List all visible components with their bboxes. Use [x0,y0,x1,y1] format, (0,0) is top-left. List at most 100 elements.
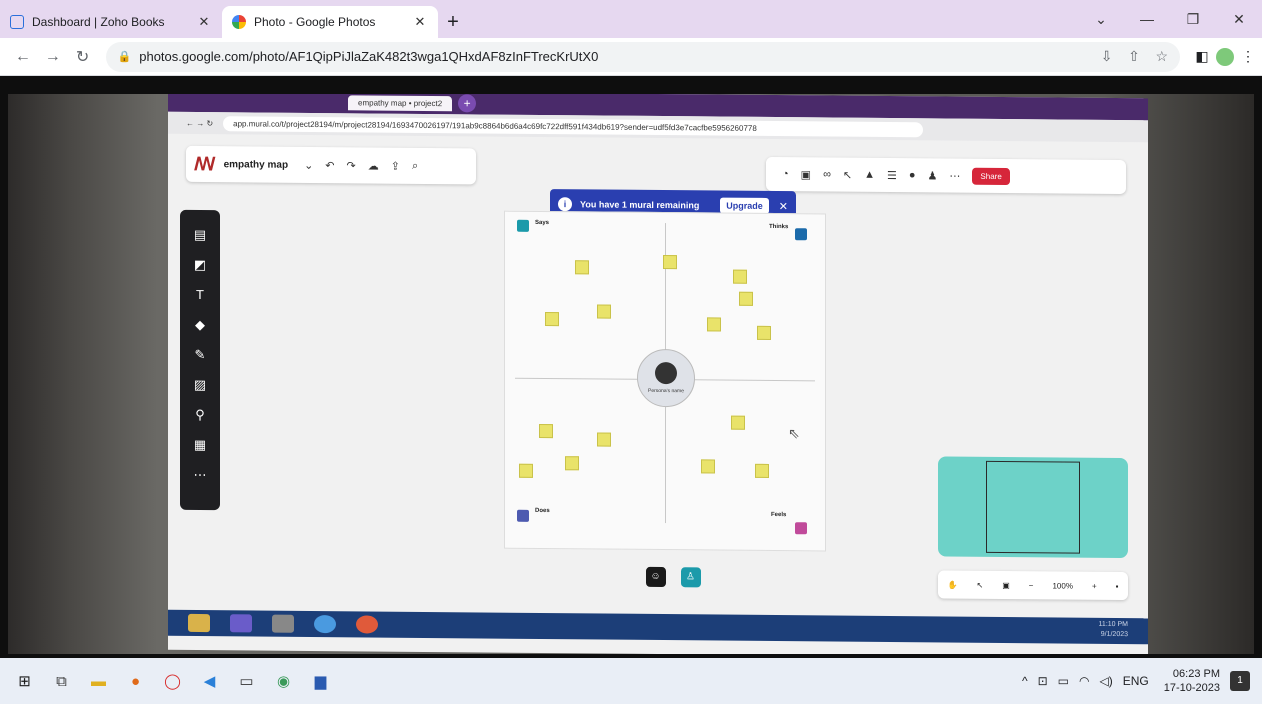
opera-icon[interactable]: ◯ [154,663,191,699]
thinks-icon [795,228,807,241]
export-icon: ⇪ [390,160,400,173]
bookmark-star-icon[interactable]: ☆ [1155,48,1168,64]
back-icon[interactable]: ← [8,48,38,66]
zoom-out-icon: − [1028,580,1034,590]
says-label: Says [535,219,550,227]
omnibox[interactable]: 🔒 photos.google.com/photo/AF1QipPiJlaZaK… [105,41,1180,72]
select-icon: ↖ [976,580,984,590]
file-explorer-icon [188,613,210,633]
close-window-icon[interactable]: ✕ [1216,11,1262,28]
share-icon[interactable]: ⇧ [1128,48,1140,64]
mural-toolbar: ꟿ empathy map ⌄ ↶ ↷ ☁ ⇪ ⌕ [186,145,476,185]
mural-url: app.mural.co/t/project28194/m/project281… [223,115,924,137]
tab-zoho-books[interactable]: Dashboard | Zoho Books ✕ [0,6,222,38]
url-text[interactable]: photos.google.com/photo/AF1QipPiJlaZaK48… [139,49,1088,64]
mural-tab: empathy map • project2 [348,94,453,111]
close-icon: ✕ [778,200,788,213]
reload-icon[interactable]: ↻ [68,47,98,67]
minimap [938,456,1128,559]
draw-icon: ✎ [194,346,206,363]
pointer-icon: ↖ [842,169,853,182]
photo-viewer: empathy map • project2 + ← → ↻ app.mural… [0,76,1262,658]
tray-chevron-icon[interactable]: ^ [1022,674,1028,688]
terminal-icon[interactable]: ▭ [228,663,265,699]
outline-icon: ☰ [887,169,897,182]
share-button: Share [972,167,1010,185]
zoom-controls: ✋ ↖ ▣ − 100% + ▪ [938,570,1128,601]
clock[interactable]: 06:23 PM 17-10-2023 [1164,667,1220,695]
sticky-note [757,325,771,340]
says-icon [517,219,529,232]
new-tab-button[interactable]: + [438,6,468,38]
vscode-icon[interactable]: ◀ [191,663,228,699]
close-icon[interactable]: ✕ [196,14,212,30]
firefox-icon[interactable]: ● [117,663,154,699]
mural-left-rail: ▤ ◩ T ◆ ✎ ▨ ⚲ ▦ ⋯ [180,209,220,511]
zoom-in-icon: + [1091,581,1097,591]
task-view-icon[interactable]: ⧉ [43,663,80,699]
tab-label: Photo - Google Photos [254,15,376,29]
install-icon[interactable]: ⇩ [1101,48,1113,64]
forward-icon[interactable]: → [38,48,68,66]
emoji-icon: ☺ [645,566,666,588]
mural-bottom-tools: ☺ ♙ [638,562,708,593]
person-icon: ♟ [927,169,938,182]
chrome-icon[interactable]: ◉ [265,663,302,699]
language-indicator[interactable]: ENG [1123,674,1149,688]
tab-search-icon[interactable]: ⌄ [1078,11,1124,28]
mouse-cursor-icon: ⇖ [788,425,800,442]
onedrive-icon[interactable]: ⊡ [1038,674,1048,688]
mural-name: empathy map [223,158,289,171]
notification-center-icon[interactable]: 1 [1230,671,1250,691]
window-controls: ⌄ — ❐ ✕ [1078,0,1262,38]
lock-icon[interactable]: 🔒 [118,50,132,63]
sticky-note [539,423,553,439]
feels-label: Feels [771,511,787,519]
diagram-icon: ⚲ [195,406,205,423]
app-icon [272,614,294,633]
sticky-note [739,291,753,306]
close-icon[interactable]: ✕ [412,14,428,30]
collaborator-icon: ♙ [680,567,701,588]
address-bar: ← → ↻ 🔒 photos.google.com/photo/AF1QipPi… [0,38,1262,76]
word-icon[interactable]: ▆ [302,663,339,699]
volume-icon[interactable]: ◁) [1099,674,1112,688]
file-explorer-icon[interactable]: ▬ [80,663,117,699]
minimize-icon[interactable]: — [1124,11,1170,27]
thinks-label: Thinks [769,223,789,231]
chat-icon: ● [908,169,916,182]
system-tray: ^ ⊡ ▭ ◠ ◁) ENG 06:23 PM 17-10-2023 1 [1017,658,1262,704]
sticky-note [701,459,715,474]
search-icon: ⌕ [411,159,419,172]
sticky-note [575,260,589,275]
profile-avatar[interactable] [1216,47,1234,66]
text-icon: T [196,286,204,303]
hand-icon: ✋ [947,580,958,590]
upgrade-button: Upgrade [720,197,769,214]
sticky-note [519,463,533,478]
does-icon [517,509,529,522]
sticky-note [565,456,579,471]
menu-kebab-icon[interactable]: ⋮ [1234,48,1262,65]
chrome-icon [356,615,378,634]
table-icon: ▦ [193,436,207,453]
tab-google-photos[interactable]: Photo - Google Photos ✕ [222,6,438,38]
photographed-clock: 11:10 PM 9/1/2023 [1098,620,1128,639]
battery-icon[interactable]: ▭ [1058,674,1069,688]
sticky-note [755,463,769,478]
sticky-note [707,317,721,332]
restore-icon[interactable]: ❐ [1170,11,1216,28]
more-icon: ⋯ [949,170,961,183]
wifi-icon[interactable]: ◠ [1079,674,1089,688]
plus-icon: + [458,94,477,113]
sticky-note [597,304,611,319]
sticky-note [663,255,677,270]
feels-icon [795,522,807,535]
zoho-books-icon [10,15,24,29]
photo-image: empathy map • project2 + ← → ↻ app.mural… [8,94,1254,654]
sticky-note [545,312,559,327]
side-panel-icon[interactable]: ◧ [1188,48,1216,65]
image-icon: ▨ [193,376,207,393]
frameworks-icon: ▤ [193,226,207,243]
start-windows-icon[interactable]: ⊞ [6,663,43,699]
